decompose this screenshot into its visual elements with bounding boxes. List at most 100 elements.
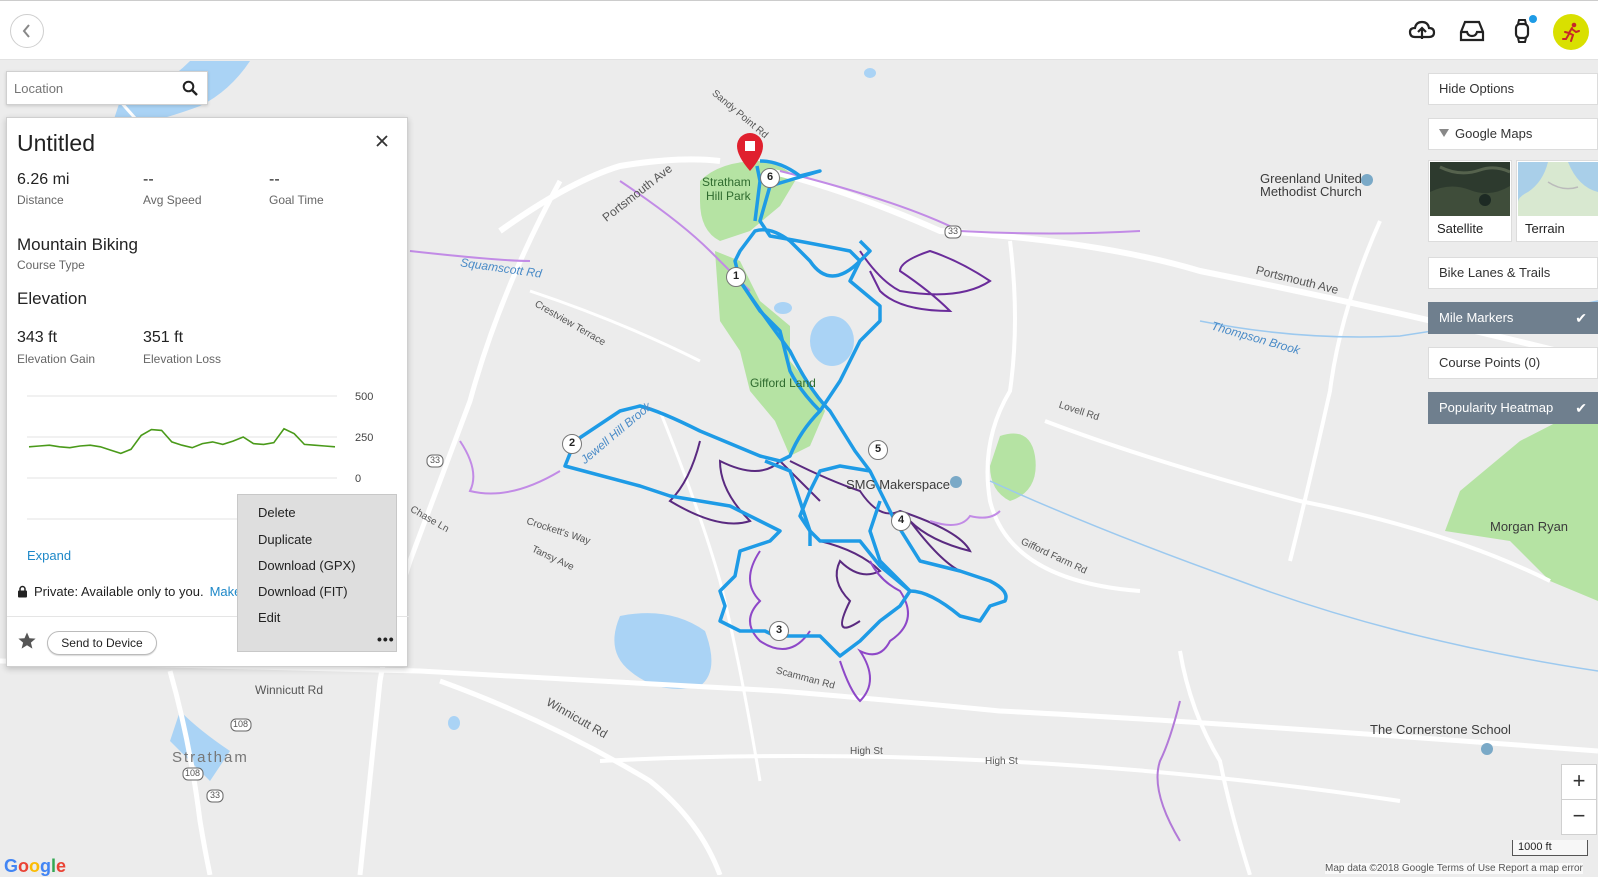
road (529, 289, 701, 363)
runner-icon (1562, 22, 1580, 42)
expand-link[interactable]: Expand (27, 548, 71, 563)
terrain-label: Terrain (1525, 221, 1565, 236)
mile-marker[interactable]: 5 (868, 440, 888, 460)
triangle-down-icon (1439, 129, 1449, 137)
elevation-loss-value: 351 ft (143, 329, 184, 346)
send-to-device-button[interactable]: Send to Device (47, 631, 157, 655)
distance-label: Distance (17, 193, 64, 207)
road (658, 410, 762, 782)
distance-value: 6.26 mi (17, 171, 70, 188)
course-type-value[interactable]: Mountain Biking (17, 235, 138, 255)
notification-dot (1529, 15, 1537, 23)
avg-speed-label: Avg Speed (143, 193, 202, 207)
mile-marker[interactable]: 4 (891, 511, 911, 531)
lock-icon (18, 585, 27, 598)
bike-lane (459, 440, 561, 495)
heatmap-trail (668, 440, 821, 525)
start-pin-square (745, 141, 755, 151)
elevation-gain-value: 343 ft (17, 329, 58, 346)
high-st-label: High St (850, 746, 883, 757)
inbox-icon[interactable] (1458, 17, 1486, 45)
pond (614, 613, 712, 689)
goal-time-label: Goal Time (269, 193, 324, 207)
mile-marker[interactable]: 1 (726, 267, 746, 287)
chevron-left-icon (22, 24, 30, 38)
course-route (563, 404, 912, 658)
mile-markers-toggle[interactable]: Mile Markers ✔ (1428, 302, 1598, 334)
menu-item-duplicate[interactable]: Duplicate (258, 532, 312, 547)
course-points-label: Course Points (0) (1439, 355, 1541, 370)
pond (810, 316, 854, 366)
bike-lane (779, 170, 1141, 235)
more-options-icon[interactable]: ••• (377, 632, 395, 646)
elevation-loss-label: Elevation Loss (143, 352, 222, 366)
gifford-land-label: Gifford Land (750, 376, 816, 390)
zoom-in-button[interactable]: + (1561, 764, 1597, 800)
terrain-thumbnail (1518, 162, 1598, 216)
search-icon[interactable] (182, 80, 198, 96)
popularity-heatmap-toggle[interactable]: Popularity Heatmap ✔ (1428, 392, 1598, 424)
avg-speed-value: -- (143, 171, 154, 188)
terrain-layer-option[interactable]: Terrain (1516, 160, 1598, 242)
park-label: Hill Park (706, 189, 751, 203)
avatar[interactable] (1553, 14, 1589, 50)
town-stratham-label: Stratham (172, 749, 249, 766)
menu-item-edit[interactable]: Edit (258, 610, 280, 625)
road (1178, 650, 1252, 875)
location-search-input[interactable] (7, 72, 167, 104)
google-maps-dropdown[interactable]: Google Maps (1428, 118, 1598, 150)
pond (774, 302, 792, 314)
map-attribution[interactable]: Map data ©2018 Google Terms of Use Repor… (1325, 863, 1583, 874)
google-maps-label: Google Maps (1455, 126, 1533, 141)
back-button[interactable] (10, 14, 44, 48)
winnicutt-rd-label: Winnicutt Rd (255, 683, 324, 697)
zoom-out-button[interactable]: − (1561, 799, 1597, 835)
route-108-label: 108 (185, 768, 201, 778)
pond (448, 716, 460, 730)
check-icon: ✔ (1575, 310, 1587, 326)
school-label: The Cornerstone School (1370, 722, 1511, 737)
heatmap-trail (859, 249, 992, 313)
check-icon: ✔ (1575, 400, 1587, 416)
privacy-text: Private: Available only to you. (34, 584, 204, 599)
satellite-layer-option[interactable]: Satellite (1428, 160, 1512, 242)
goal-time-value[interactable]: -- (269, 171, 280, 189)
google-logo: Google (4, 856, 67, 876)
route-33-label: 33 (430, 455, 441, 465)
privacy-row: Private: Available only to you. Make (17, 584, 241, 599)
satellite-label: Satellite (1437, 221, 1484, 236)
makerspace-marker-icon (950, 476, 962, 488)
cloud-upload-icon[interactable] (1408, 17, 1436, 45)
church-marker-icon (1361, 174, 1373, 186)
park-label: Stratham (702, 175, 751, 189)
makerspace-label: SMG Makerspace (846, 477, 951, 492)
star-icon[interactable] (17, 631, 37, 651)
hide-options-button[interactable]: Hide Options (1428, 73, 1598, 105)
scale-bar: 1000 ft (1512, 840, 1588, 856)
course-actions-menu: Delete Duplicate Download (GPX) Download… (237, 494, 397, 652)
mile-markers-label: Mile Markers (1439, 310, 1514, 325)
course-title[interactable]: Untitled (17, 130, 95, 157)
location-search (6, 71, 208, 105)
elevation-tick-label: 500 (355, 391, 373, 403)
road (439, 678, 723, 875)
route-33-label: 33 (210, 790, 221, 800)
church-label: Methodist Church (1260, 184, 1362, 199)
satellite-thumbnail (1430, 162, 1510, 216)
mile-marker[interactable]: 3 (769, 621, 789, 641)
park-area (1445, 401, 1598, 601)
menu-item-download-fit[interactable]: Download (FIT) (258, 584, 348, 599)
bike-lanes-label: Bike Lanes & Trails (1439, 265, 1551, 280)
school-marker-icon (1481, 743, 1493, 755)
heatmap-label: Popularity Heatmap (1439, 400, 1554, 415)
menu-item-delete[interactable]: Delete (258, 505, 296, 520)
mile-marker[interactable]: 2 (562, 434, 582, 454)
high-st-label: High St (985, 756, 1018, 767)
menu-item-download-gpx[interactable]: Download (GPX) (258, 558, 356, 573)
morgan-ryan-label: Morgan Ryan (1490, 519, 1569, 534)
bike-lanes-toggle[interactable]: Bike Lanes & Trails (1428, 257, 1598, 289)
mile-marker[interactable]: 6 (760, 168, 780, 188)
course-points-toggle[interactable]: Course Points (0) (1428, 347, 1598, 379)
heatmap-trail (929, 510, 1001, 526)
close-icon[interactable] (374, 133, 390, 149)
